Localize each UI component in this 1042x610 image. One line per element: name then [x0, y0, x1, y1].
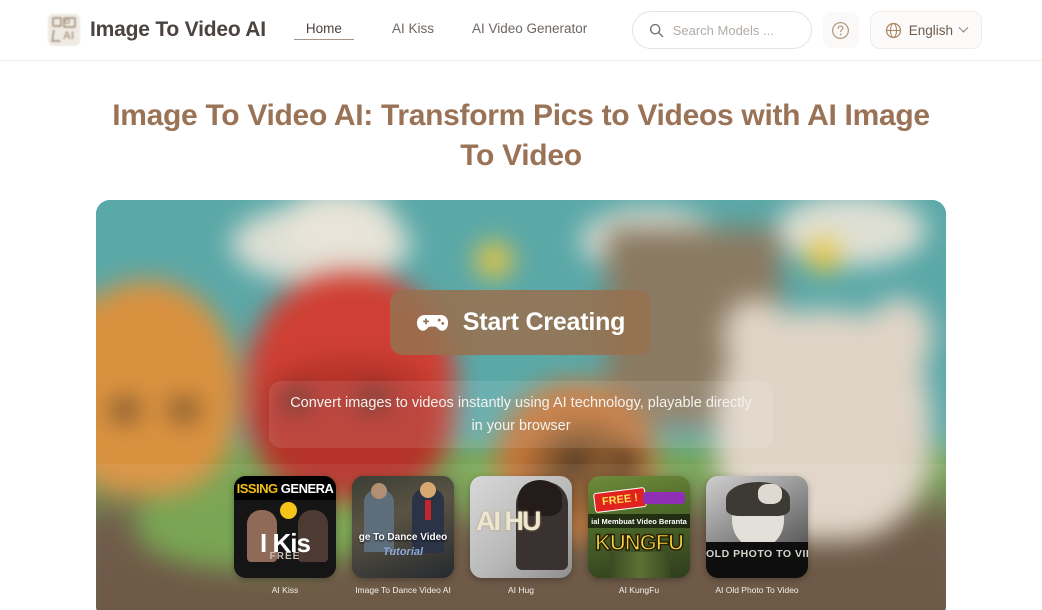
brand-name: Image To Video AI: [90, 18, 266, 41]
nav-item-ai-video-generator[interactable]: AI Video Generator: [472, 21, 587, 39]
language-label: English: [908, 22, 953, 38]
model-card-ai-kungfu[interactable]: FREE ! ial Membuat Video Beranta KUNGFU …: [588, 476, 690, 596]
hero-tagline: Convert images to videos instantly using…: [269, 381, 773, 449]
model-card-image-to-dance-video-ai[interactable]: ge To Dance Video Tutorial Image To Danc…: [352, 476, 454, 596]
model-label: AI Hug: [508, 585, 534, 596]
model-label: AI KungFu: [618, 585, 660, 596]
nav-item-home[interactable]: Home: [293, 21, 354, 40]
header-actions: English: [631, 11, 982, 49]
model-thumbnail: ISSING GENERA I Kis FREE: [234, 476, 336, 579]
hero-banner: Start Creating Convert images to videos …: [96, 200, 946, 610]
model-thumbnail: FREE ! ial Membuat Video Beranta KUNGFU: [588, 476, 690, 579]
nav-item-ai-kiss[interactable]: AI Kiss: [392, 21, 434, 39]
model-card-ai-old-photo-to-video[interactable]: OLD PHOTO TO VID AI Old Photo To Video: [706, 476, 808, 596]
model-label: AI Old Photo To Video: [715, 585, 799, 596]
model-thumbnail: AI HU: [470, 476, 572, 579]
image-to-video-logo-icon: AI: [48, 14, 80, 46]
model-label: Image To Dance Video AI: [355, 585, 451, 596]
search-input[interactable]: [672, 22, 795, 38]
model-label: AI Kiss: [271, 585, 299, 596]
gamepad-icon: [416, 314, 448, 331]
logo-text: AI: [63, 30, 74, 42]
search-box[interactable]: [631, 11, 812, 49]
search-icon: [649, 23, 663, 37]
question-circle-icon: [832, 21, 850, 39]
model-thumbnail: OLD PHOTO TO VID: [706, 476, 808, 579]
page-title: Image To Video AI: Transform Pics to Vid…: [112, 99, 930, 172]
start-creating-button[interactable]: Start Creating: [390, 290, 651, 356]
model-thumbnail: ge To Dance Video Tutorial: [352, 476, 454, 579]
model-card-strip: ISSING GENERA I Kis FREE AI Kiss ge To D…: [96, 464, 946, 610]
brand-logo-link[interactable]: AI Image To Video AI: [48, 14, 266, 46]
help-button[interactable]: [822, 12, 859, 48]
model-card-ai-kiss[interactable]: ISSING GENERA I Kis FREE AI Kiss: [234, 476, 336, 596]
globe-icon: [885, 22, 901, 38]
start-creating-label: Start Creating: [462, 308, 626, 337]
language-selector[interactable]: English: [869, 11, 982, 49]
primary-nav: Home AI Kiss AI Video Generator: [293, 21, 587, 40]
model-card-ai-hug[interactable]: AI HU AI Hug: [470, 476, 572, 596]
site-header: AI Image To Video AI Home AI Kiss AI Vid…: [0, 0, 1042, 61]
chevron-down-icon: [958, 22, 969, 33]
